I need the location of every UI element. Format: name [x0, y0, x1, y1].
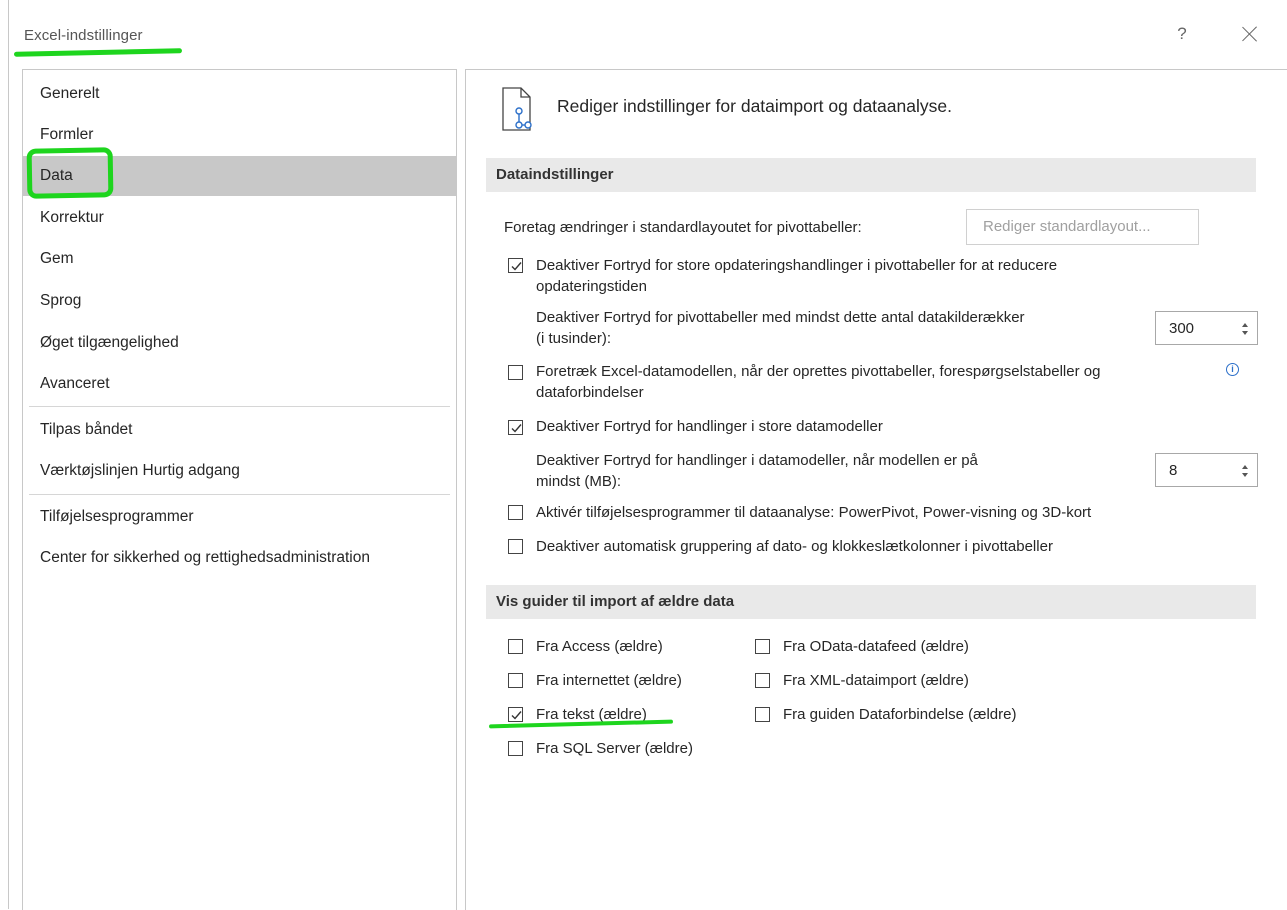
from-access-label[interactable]: Fra Access (ældre)	[536, 636, 663, 657]
spinner-value: 300	[1169, 320, 1195, 337]
sidebar-item-label: Avanceret	[40, 375, 110, 392]
check-icon	[511, 711, 522, 720]
checkbox-from-xml[interactable]	[755, 673, 770, 688]
sidebar-divider	[29, 494, 450, 495]
close-button[interactable]	[1236, 20, 1264, 48]
label-line: Foretræk Excel-datamodellen, når der opr…	[536, 363, 1101, 380]
pivot-rows-spinner[interactable]: 300	[1155, 311, 1258, 345]
sidebar-item-trust-center[interactable]: Center for sikkerhed og rettighedsadmini…	[23, 538, 456, 578]
dialog-border	[8, 0, 9, 909]
label-line: Deaktiver Fortryd for pivottabeller med …	[536, 309, 1025, 326]
sidebar-item-addins[interactable]: Tilføjelsesprogrammer	[23, 497, 456, 537]
sidebar-item-label: Værktøjslinjen Hurtig adgang	[40, 462, 240, 479]
label-line: Deaktiver Fortryd for handlinger i datam…	[536, 452, 978, 469]
sidebar-item-label: Sprog	[40, 292, 82, 309]
from-xml-label[interactable]: Fra XML-dataimport (ældre)	[783, 670, 969, 691]
content-panel: Rediger indstillinger for dataimport og …	[465, 69, 1287, 910]
label-line: opdateringstiden	[536, 278, 647, 295]
spinner-down-icon[interactable]	[1242, 331, 1248, 335]
edit-default-layout-button[interactable]: Rediger standardlayout...	[966, 209, 1199, 245]
check-icon	[511, 424, 522, 433]
excel-options-dialog: Excel-indstillinger ? Generelt Formler D…	[0, 0, 1287, 910]
datamodel-size-spinner[interactable]: 8	[1155, 453, 1258, 487]
sidebar-item-generelt[interactable]: Generelt	[23, 74, 456, 114]
help-button[interactable]: ?	[1170, 22, 1194, 46]
checkbox-from-sql[interactable]	[508, 741, 523, 756]
checkbox-disable-undo-pivot[interactable]	[508, 258, 523, 273]
highlight-underline-title	[13, 48, 183, 57]
document-data-icon	[501, 86, 541, 134]
disable-undo-datamodel-label[interactable]: Deaktiver Fortryd for handlinger i store…	[536, 416, 883, 437]
sidebar-item-label: Gem	[40, 250, 74, 267]
label-line: mindst (MB):	[536, 473, 622, 490]
section-header-legacy-wizards: Vis guider til import af ældre data	[486, 585, 1256, 619]
sidebar-item-avanceret[interactable]: Avanceret	[23, 364, 456, 404]
sidebar: Generelt Formler Data Korrektur Gem Spro…	[22, 69, 457, 910]
spinner-value: 8	[1169, 462, 1178, 479]
title-bar: Excel-indstillinger ?	[0, 0, 1287, 66]
from-dataconnection-label[interactable]: Fra guiden Dataforbindelse (ældre)	[783, 704, 1016, 725]
section-header-data-settings: Dataindstillinger	[486, 158, 1256, 192]
checkbox-disable-grouping[interactable]	[508, 539, 523, 554]
section-title: Vis guider til import af ældre data	[496, 593, 735, 610]
disable-grouping-label[interactable]: Deaktiver automatisk gruppering af dato-…	[536, 536, 1053, 557]
prefer-datamodel-label[interactable]: Foretræk Excel-datamodellen, når der opr…	[536, 361, 1100, 403]
section-title: Dataindstillinger	[496, 166, 614, 183]
checkbox-from-internet[interactable]	[508, 673, 523, 688]
checkbox-from-text[interactable]	[508, 707, 523, 722]
sidebar-item-label: Formler	[40, 126, 94, 143]
pivot-layout-label: Foretag ændringer i standardlayoutet for…	[504, 219, 862, 236]
sidebar-item-label: Tilpas båndet	[40, 421, 133, 438]
sidebar-item-accessibility[interactable]: Øget tilgængelighed	[23, 323, 456, 363]
label-line: Deaktiver Fortryd for store opdateringsh…	[536, 257, 1058, 274]
disable-undo-pivot-label[interactable]: Deaktiver Fortryd for store opdateringsh…	[536, 255, 1057, 297]
sidebar-item-quick-access[interactable]: Værktøjslinjen Hurtig adgang	[23, 451, 456, 491]
pivot-rows-label: Deaktiver Fortryd for pivottabeller med …	[536, 307, 1025, 349]
checkbox-prefer-datamodel[interactable]	[508, 365, 523, 380]
info-icon[interactable]: i	[1226, 363, 1239, 376]
sidebar-item-label: Korrektur	[40, 209, 104, 226]
label-line: dataforbindelser	[536, 384, 644, 401]
sidebar-item-label: Generelt	[40, 85, 100, 102]
checkbox-from-access[interactable]	[508, 639, 523, 654]
sidebar-item-tilpas-baandet[interactable]: Tilpas båndet	[23, 410, 456, 450]
checkbox-disable-undo-datamodel[interactable]	[508, 420, 523, 435]
datamodel-size-label: Deaktiver Fortryd for handlinger i datam…	[536, 450, 978, 492]
sidebar-item-sprog[interactable]: Sprog	[23, 281, 456, 321]
sidebar-divider	[29, 406, 450, 407]
check-icon	[511, 262, 522, 271]
checkbox-from-dataconnection[interactable]	[755, 707, 770, 722]
button-label: Rediger standardlayout...	[983, 218, 1151, 235]
sidebar-item-gem[interactable]: Gem	[23, 239, 456, 279]
from-sql-label[interactable]: Fra SQL Server (ældre)	[536, 738, 693, 759]
checkbox-from-odata[interactable]	[755, 639, 770, 654]
label-line: (i tusinder):	[536, 330, 612, 347]
dialog-title: Excel-indstillinger	[24, 27, 143, 44]
sidebar-item-label: Center for sikkerhed og rettighedsadmini…	[40, 549, 370, 566]
spinner-up-icon[interactable]	[1242, 465, 1248, 469]
spinner-down-icon[interactable]	[1242, 473, 1248, 477]
from-odata-label[interactable]: Fra OData-datafeed (ældre)	[783, 636, 969, 657]
spinner-up-icon[interactable]	[1242, 323, 1248, 327]
sidebar-item-label: Tilføjelsesprogrammer	[40, 508, 194, 525]
highlight-box-data	[26, 147, 114, 199]
sidebar-item-korrektur[interactable]: Korrektur	[23, 198, 456, 238]
enable-addins-label[interactable]: Aktivér tilføjelsesprogrammer til dataan…	[536, 502, 1091, 523]
header-description: Rediger indstillinger for dataimport og …	[557, 96, 952, 116]
from-internet-label[interactable]: Fra internettet (ældre)	[536, 670, 682, 691]
sidebar-item-label: Øget tilgængelighed	[40, 334, 179, 351]
checkbox-enable-addins[interactable]	[508, 505, 523, 520]
